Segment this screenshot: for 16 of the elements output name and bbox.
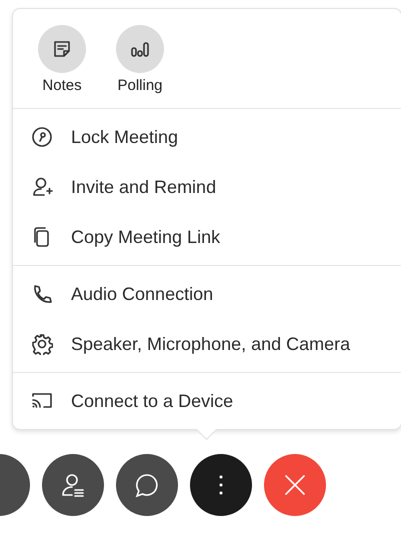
chat-bubble-icon (134, 472, 160, 498)
phone-icon (31, 283, 53, 305)
menu-item[interactable]: Audio Connection (13, 269, 401, 319)
menu-item[interactable]: Speaker, Microphone, and Camera (13, 319, 401, 369)
settings-icon (31, 333, 53, 355)
add-person-icon (31, 176, 53, 198)
note-icon (52, 39, 72, 59)
more-icon (218, 474, 224, 496)
menu-item[interactable]: Copy Meeting Link (13, 212, 401, 262)
people-list-icon (60, 472, 86, 498)
menu-item[interactable]: Connect to a Device (13, 376, 401, 426)
lock-icon (31, 126, 53, 148)
menu-item[interactable]: Invite and Remind (13, 162, 401, 212)
menu-item[interactable]: Lock Meeting (13, 112, 401, 162)
bar-chart-icon (130, 39, 150, 59)
close-icon (284, 474, 306, 496)
